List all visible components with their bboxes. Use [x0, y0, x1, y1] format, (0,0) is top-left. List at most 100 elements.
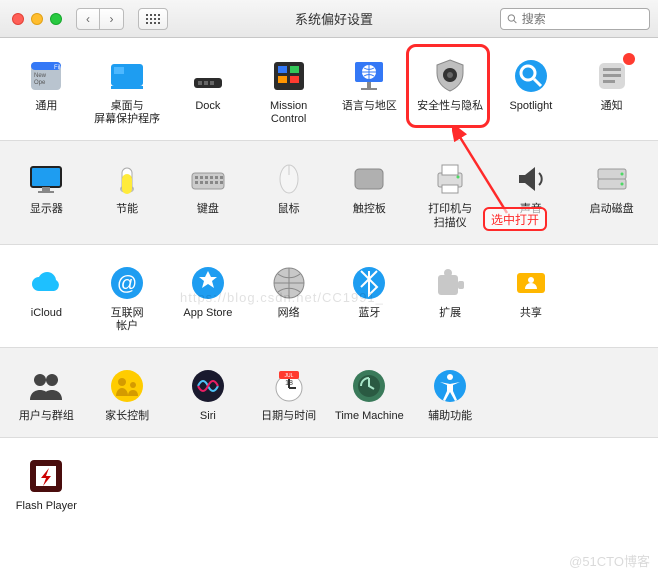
pref-label: Spotlight [509, 100, 552, 113]
watermark-center: https://blog.csdn.net/CC1991_ [180, 290, 384, 305]
pref-section-4: Flash Player [0, 438, 658, 527]
pref-general[interactable]: File NewOpe 通用 [8, 52, 84, 130]
pref-extensions[interactable]: 扩展 [412, 259, 488, 337]
language-icon [349, 56, 389, 96]
pref-security[interactable]: 安全性与隐私 [412, 52, 488, 130]
window-controls [8, 13, 62, 25]
flash-icon [26, 456, 66, 496]
pref-keyboard[interactable]: 键盘 [170, 155, 246, 233]
search-field[interactable] [500, 8, 650, 30]
printers-icon [430, 159, 470, 199]
pref-label: 桌面与 屏幕保护程序 [94, 100, 160, 126]
pref-spotlight[interactable]: Spotlight [493, 52, 569, 130]
pref-label: 节能 [116, 203, 138, 216]
pref-label: 辅助功能 [428, 410, 472, 423]
pref-notifications[interactable]: 通知 [574, 52, 650, 130]
pref-users[interactable]: 用户与群组 [8, 362, 84, 427]
search-input[interactable] [522, 12, 643, 26]
pref-datetime[interactable]: JUL18 日期与时间 [251, 362, 327, 427]
pref-section-0: File NewOpe 通用 桌面与 屏幕保护程序 Dock Mission Contro… [0, 38, 658, 140]
pref-label: 通用 [35, 100, 57, 113]
pref-label: 家长控制 [105, 410, 149, 423]
trackpad-icon [349, 159, 389, 199]
pref-dock[interactable]: Dock [170, 52, 246, 130]
pref-label: App Store [183, 307, 232, 320]
sharing-icon [511, 263, 551, 303]
pref-timemachine[interactable]: Time Machine [331, 362, 407, 427]
pref-flash[interactable]: Flash Player [8, 452, 84, 517]
dock-icon [188, 56, 228, 96]
users-icon [26, 366, 66, 406]
extensions-icon [430, 263, 470, 303]
parental-icon [107, 366, 147, 406]
pref-mission[interactable]: Mission Control [251, 52, 327, 130]
pref-label: 显示器 [30, 203, 63, 216]
zoom-icon[interactable] [50, 13, 62, 25]
pref-energy[interactable]: 节能 [89, 155, 165, 233]
close-icon[interactable] [12, 13, 24, 25]
pref-label: 启动磁盘 [590, 203, 634, 216]
svg-text:18: 18 [285, 380, 293, 387]
pref-parental[interactable]: 家长控制 [89, 362, 165, 427]
pref-label: Siri [200, 410, 216, 423]
svg-text:@: @ [117, 273, 137, 295]
security-icon [430, 56, 470, 96]
pref-label: iCloud [31, 307, 62, 320]
desktop-icon [107, 56, 147, 96]
energy-icon [107, 159, 147, 199]
svg-text:File: File [54, 65, 64, 71]
pref-section-1: 显示器节能键盘鼠标触控板打印机与 扫描仪声音启动磁盘 [0, 140, 658, 244]
titlebar: ‹ › 系统偏好设置 [0, 0, 658, 38]
pref-label: Dock [195, 100, 220, 113]
minimize-icon[interactable] [31, 13, 43, 25]
pref-label: 日期与时间 [261, 410, 316, 423]
siri-icon [188, 366, 228, 406]
pref-displays[interactable]: 显示器 [8, 155, 84, 233]
mission-icon [269, 56, 309, 96]
pref-section-3: 用户与群组 家长控制 Siri JUL18 日期与时间 Time Machine 辅助功能 [0, 347, 658, 438]
sound-icon [511, 159, 551, 199]
svg-text:New: New [34, 73, 47, 79]
window-title: 系统偏好设置 [176, 9, 492, 28]
pref-accessibility[interactable]: 辅助功能 [412, 362, 488, 427]
spotlight-icon [511, 56, 551, 96]
pref-mouse[interactable]: 鼠标 [251, 155, 327, 233]
pref-label: 安全性与隐私 [417, 100, 483, 113]
annotation-callout: 选中打开 [483, 207, 547, 231]
pref-label: 互联网 帐户 [111, 307, 144, 333]
pref-sharing[interactable]: 共享 [493, 259, 569, 337]
forward-button[interactable]: › [100, 8, 124, 30]
datetime-icon: JUL18 [269, 366, 309, 406]
pref-label: 通知 [601, 100, 623, 113]
pref-label: 键盘 [197, 203, 219, 216]
pref-label: 共享 [520, 307, 542, 320]
pref-label: 网络 [278, 307, 300, 320]
show-all-button[interactable] [138, 8, 168, 30]
pref-label: 蓝牙 [358, 307, 380, 320]
pref-startup[interactable]: 启动磁盘 [574, 155, 650, 233]
pref-siri[interactable]: Siri [170, 362, 246, 427]
pref-label: 打印机与 扫描仪 [428, 203, 472, 229]
svg-text:JUL: JUL [284, 373, 293, 379]
keyboard-icon [188, 159, 228, 199]
timemachine-icon [349, 366, 389, 406]
accessibility-icon [430, 366, 470, 406]
watermark-bottom: @51CTO博客 [569, 551, 650, 570]
pref-language[interactable]: 语言与地区 [331, 52, 407, 130]
pref-icloud[interactable]: iCloud [8, 259, 84, 337]
pref-internet[interactable]: @ 互联网 帐户 [89, 259, 165, 337]
pref-printers[interactable]: 打印机与 扫描仪 [412, 155, 488, 233]
pref-label: 鼠标 [278, 203, 300, 216]
mouse-icon [269, 159, 309, 199]
general-icon: File NewOpe [26, 56, 66, 96]
pref-label: 语言与地区 [342, 100, 397, 113]
pref-label: 用户与群组 [19, 410, 74, 423]
pref-trackpad[interactable]: 触控板 [331, 155, 407, 233]
grid-icon [146, 14, 160, 24]
svg-text:Ope: Ope [34, 80, 46, 86]
pref-desktop[interactable]: 桌面与 屏幕保护程序 [89, 52, 165, 130]
nav-buttons: ‹ › [76, 8, 124, 30]
back-button[interactable]: ‹ [76, 8, 100, 30]
pref-label: Flash Player [16, 500, 77, 513]
pref-label: 触控板 [353, 203, 386, 216]
